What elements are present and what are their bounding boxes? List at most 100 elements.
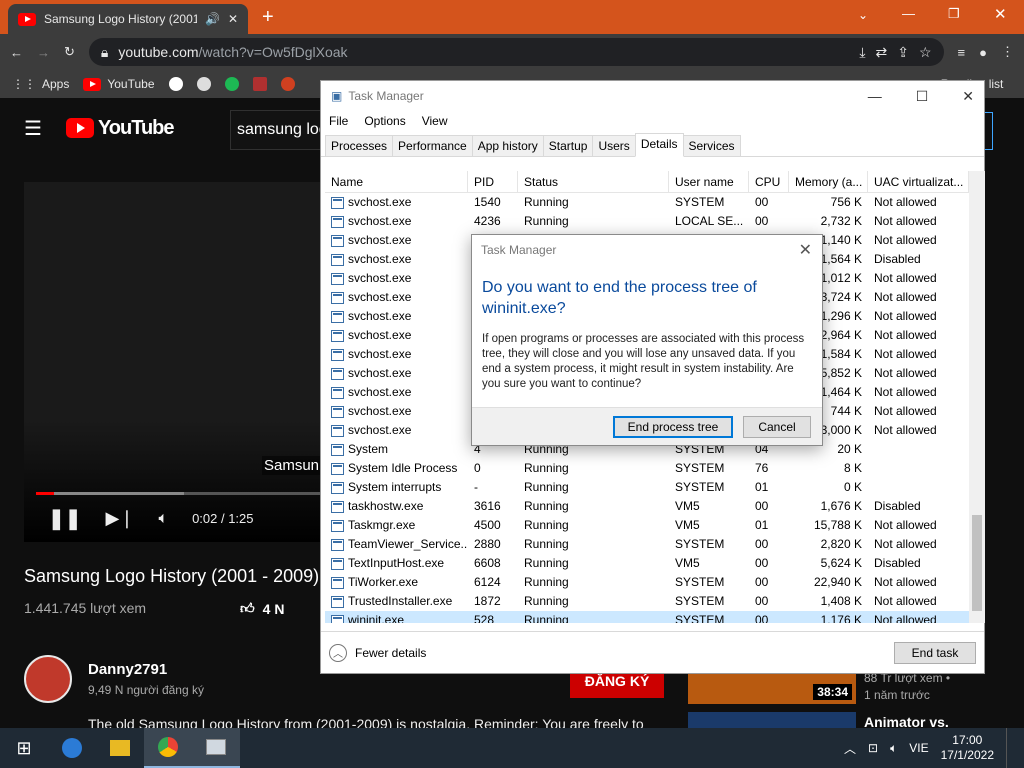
table-row[interactable]: Taskmgr.exe 4500 Running VM5 01 15,788 K Not a…	[325, 516, 969, 535]
taskbar-item[interactable]	[48, 728, 96, 768]
taskbar-item[interactable]	[144, 728, 192, 768]
column-pid[interactable]: PID	[468, 171, 518, 192]
table-cell: Running	[524, 461, 569, 475]
process-icon	[331, 234, 344, 247]
media-control-icon[interactable]: ≡	[958, 45, 966, 60]
start-button[interactable]: ⊞	[0, 728, 48, 768]
reload-icon[interactable]: ↻	[64, 44, 75, 60]
column-cpu[interactable]: CPU	[749, 171, 789, 192]
bookmark-icon[interactable]	[252, 77, 267, 91]
audio-icon[interactable]: 🔊	[205, 12, 220, 26]
bookmark-icon[interactable]	[196, 77, 211, 91]
share-icon[interactable]: ⇪	[897, 44, 909, 61]
tab-performance[interactable]: Performance	[392, 135, 473, 156]
menu-options[interactable]: Options	[364, 114, 405, 128]
bookmark-youtube[interactable]: YouTube	[83, 77, 155, 91]
pause-icon[interactable]: ❚❚	[48, 506, 82, 531]
table-cell: 6124	[474, 575, 501, 589]
table-cell: 00	[755, 575, 769, 589]
table-cell: svchost.exe	[325, 269, 468, 288]
column-uac[interactable]: UAC virtualizat...	[868, 171, 969, 192]
bookmark-icon[interactable]	[224, 77, 239, 91]
like-button[interactable]: 👍︎ 4 N	[240, 600, 284, 617]
channel-avatar[interactable]	[24, 655, 72, 703]
volume-icon[interactable]: 🔈︎	[158, 510, 168, 528]
column-status[interactable]: Status	[518, 171, 669, 192]
tab-startup[interactable]: Startup	[542, 135, 594, 156]
table-cell: 00	[755, 214, 769, 228]
table-cell: 6608	[474, 556, 501, 570]
vertical-scrollbar[interactable]	[969, 171, 985, 623]
video-progress-bar[interactable]	[36, 492, 326, 495]
show-desktop-button[interactable]	[1006, 728, 1010, 768]
chevron-up-icon[interactable]: ︿	[329, 643, 347, 662]
table-cell: 1,676 K	[820, 499, 862, 513]
recommended-thumbnail[interactable]: 38:34	[688, 672, 856, 704]
bookmark-apps[interactable]: ⋮⋮ Apps	[12, 77, 69, 91]
table-row[interactable]: System Idle Process 0 Running SYSTEM 76 8 K	[325, 459, 969, 478]
table-row[interactable]: TeamViewer_Service.... 2880 Running SYSTEM 0…	[325, 535, 969, 554]
forward-icon[interactable]: →	[37, 45, 50, 60]
menu-view[interactable]: View	[422, 114, 448, 128]
google-icon[interactable]	[168, 77, 183, 91]
close-button[interactable]: ✕	[962, 88, 974, 105]
maximize-button[interactable]: ☐	[916, 88, 929, 105]
table-row[interactable]: TextInputHost.exe 6608 Running VM5 00 5,624 K…	[325, 554, 969, 573]
minimize-button[interactable]: —	[902, 6, 915, 21]
back-icon[interactable]: ←	[10, 45, 23, 60]
restore-button[interactable]: ❐	[948, 6, 960, 22]
table-cell: svchost.exe	[325, 402, 468, 421]
table-cell: svchost.exe	[325, 383, 468, 402]
next-icon[interactable]: ▶❘	[106, 508, 135, 529]
task-manager-footer: ︿ Fewer details End task	[321, 631, 984, 673]
channel-name[interactable]: Danny2791	[88, 661, 167, 678]
hamburger-menu-icon[interactable]: ☰	[24, 116, 42, 141]
address-bar[interactable]: 🔒︎ youtube.com/watch?v=Ow5fDglXoak ⤓ ⇄ ⇪…	[88, 38, 944, 66]
translate-icon[interactable]: ⇄	[876, 44, 888, 61]
tab-details[interactable]: Details	[634, 133, 684, 157]
tab-processes[interactable]: Processes	[325, 135, 394, 156]
menu-dots-icon[interactable]: ⋮	[1001, 44, 1014, 60]
table-row[interactable]: svchost.exe 4236 Running LOCAL SE... 00 2,732…	[325, 212, 969, 231]
column-user-name[interactable]: User name	[669, 171, 749, 192]
minimize-button[interactable]: —	[868, 88, 882, 105]
table-row[interactable]: System interrupts - Running SYSTEM 01 0 K	[325, 478, 969, 497]
profile-avatar-icon[interactable]: ●	[979, 45, 987, 60]
table-row[interactable]: taskhostw.exe 3616 Running VM5 00 1,676 K Disa…	[325, 497, 969, 516]
language-indicator[interactable]: VIE	[909, 741, 928, 755]
install-icon[interactable]: ⤓	[859, 44, 865, 61]
column-name[interactable]: Name	[325, 171, 468, 192]
youtube-search-input[interactable]: samsung logo	[230, 110, 330, 150]
close-button[interactable]: ✕	[994, 5, 1007, 23]
end-process-tree-button[interactable]: End process tree	[613, 416, 733, 438]
dialog-close-icon[interactable]: ✕	[799, 240, 812, 260]
process-icon	[331, 253, 344, 266]
table-row[interactable]: wininit.exe 528 Running SYSTEM 00 1,176 K Not …	[325, 611, 969, 623]
taskbar-item[interactable]	[192, 728, 240, 768]
fewer-details-link[interactable]: Fewer details	[355, 646, 426, 660]
tab-close-icon[interactable]: ✕	[228, 12, 238, 26]
cancel-button[interactable]: Cancel	[743, 416, 811, 438]
taskbar-item[interactable]	[96, 728, 144, 768]
volume-icon[interactable]: 🔈︎	[890, 741, 897, 756]
column-memory[interactable]: Memory (a...	[789, 171, 868, 192]
clock[interactable]: 17:00 17/1/2022	[941, 733, 994, 763]
youtube-logo[interactable]: YouTube	[65, 117, 175, 140]
network-icon[interactable]: ⊡	[868, 741, 878, 755]
chevron-up-icon[interactable]: ︿	[844, 740, 856, 757]
bookmark-icon[interactable]	[280, 77, 295, 91]
browser-tab[interactable]: Samsung Logo History (2001 🔊 ✕	[8, 4, 248, 34]
bookmark-star-icon[interactable]: ☆	[919, 44, 932, 61]
tab-app-history[interactable]: App history	[471, 135, 544, 156]
table-row[interactable]: svchost.exe 1540 Running SYSTEM 00 756 K Not a…	[325, 193, 969, 212]
table-cell: Not allowed	[874, 404, 937, 418]
new-tab-button[interactable]: +	[262, 6, 274, 29]
tab-users[interactable]: Users	[592, 135, 636, 156]
tab-search-icon[interactable]: ⌄	[858, 8, 868, 22]
table-row[interactable]: TiWorker.exe 6124 Running SYSTEM 00 22,940 K N…	[325, 573, 969, 592]
end-task-button[interactable]: End task	[894, 641, 976, 664]
youtube-sign-in-button[interactable]	[985, 112, 993, 150]
tab-services[interactable]: Services	[682, 135, 741, 156]
menu-file[interactable]: File	[329, 114, 348, 128]
table-row[interactable]: TrustedInstaller.exe 1872 Running SYSTEM 00 1…	[325, 592, 969, 611]
